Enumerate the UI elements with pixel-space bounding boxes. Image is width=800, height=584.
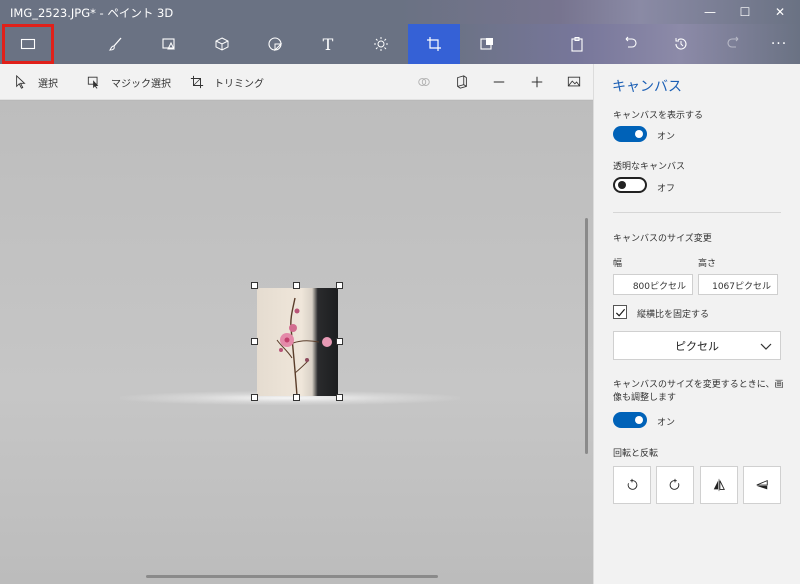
show-canvas-state: オン	[657, 132, 676, 142]
select-button[interactable]: 選択	[14, 64, 58, 100]
more-button[interactable]: ···	[753, 24, 800, 64]
effects-tool[interactable]	[355, 24, 407, 64]
close-button[interactable]: ✕	[764, 0, 796, 24]
zoom-in-button[interactable]	[521, 64, 553, 100]
vertical-scrollbar[interactable]	[585, 218, 588, 454]
rotate-right-icon	[669, 478, 680, 490]
crop-icon	[427, 37, 441, 51]
flip-horizontal-button[interactable]	[700, 466, 738, 504]
plus-icon	[531, 76, 543, 88]
paste-icon	[571, 37, 583, 52]
history-icon	[675, 38, 687, 50]
transparent-canvas-toggle[interactable]	[613, 177, 647, 193]
main-toolbar: T ···	[0, 24, 800, 64]
resize-canvas-label: キャンバスのサイズ変更	[613, 234, 712, 244]
redo-icon	[727, 36, 739, 48]
minimize-button[interactable]: —	[694, 0, 726, 24]
mixed-reality-button[interactable]	[408, 64, 440, 100]
brush-icon	[108, 37, 122, 51]
2d-shapes-tool[interactable]	[143, 24, 195, 64]
title-bar: IMG_2523.JPG* - ペイント 3D — ☐ ✕	[0, 0, 800, 24]
canvas-panel: キャンバス キャンバスを表示する オン 透明なキャンバス オフ キャンバスのサイ…	[593, 64, 800, 584]
3d-view-button[interactable]	[446, 64, 478, 100]
rotate-left-button[interactable]	[613, 466, 651, 504]
panel-divider	[613, 212, 781, 213]
resize-image-state: オン	[657, 418, 676, 428]
flip-horizontal-icon	[713, 478, 725, 492]
zoom-out-button[interactable]	[483, 64, 515, 100]
unit-value: ピクセル	[675, 339, 719, 353]
transparent-canvas-label: 透明なキャンバス	[613, 162, 686, 172]
resize-image-toggle[interactable]	[613, 412, 647, 428]
canvas-workspace[interactable]	[0, 101, 593, 584]
crop-label: トリミング	[214, 78, 264, 90]
minus-icon	[493, 81, 505, 83]
cursor-icon	[16, 75, 26, 89]
3d-library-tool[interactable]	[461, 24, 513, 64]
rotate-left-icon	[627, 478, 638, 490]
show-canvas-label: キャンバスを表示する	[613, 111, 704, 121]
library-icon	[480, 38, 493, 50]
sticker-icon	[268, 37, 283, 52]
resize-handle-right[interactable]	[336, 338, 343, 345]
brushes-tool[interactable]	[90, 24, 142, 64]
resize-handle-bottom[interactable]	[293, 394, 300, 401]
resize-handle-top-right[interactable]	[336, 282, 343, 289]
resize-image-label: キャンバスのサイズを変更するときに、画像も調整します	[613, 380, 784, 403]
checkmark-icon	[615, 308, 625, 317]
rotate-flip-label: 回転と反転	[613, 449, 659, 459]
panel-title: キャンバス	[612, 79, 682, 95]
flip-vertical-button[interactable]	[743, 466, 781, 504]
shapes-2d-icon	[162, 38, 175, 50]
height-label: 高さ	[698, 259, 717, 269]
chevron-down-icon	[760, 343, 772, 350]
transparent-canvas-state: オフ	[657, 184, 676, 194]
window-title: IMG_2523.JPG* - ペイント 3D	[10, 6, 174, 20]
text-icon: T	[322, 34, 334, 54]
width-field[interactable]: 800ピクセル	[613, 274, 693, 295]
flower-image	[276, 297, 332, 396]
mixed-reality-icon	[418, 78, 430, 86]
view-options-button[interactable]	[558, 64, 590, 100]
undo-icon	[625, 36, 637, 48]
3d-view-icon	[457, 75, 467, 89]
folder-icon	[20, 38, 36, 50]
canvas-tool[interactable]	[408, 24, 460, 64]
sun-icon	[374, 37, 388, 51]
resize-handle-left[interactable]	[251, 338, 258, 345]
menu-button[interactable]	[2, 24, 54, 64]
width-label: 幅	[613, 259, 623, 269]
undo-button[interactable]	[604, 24, 656, 64]
magic-select-label: マジック選択	[111, 78, 171, 90]
maximize-button[interactable]: ☐	[729, 0, 761, 24]
resize-handle-top-left[interactable]	[251, 282, 258, 289]
select-label: 選択	[38, 78, 58, 90]
resize-handle-top[interactable]	[293, 282, 300, 289]
crop-button[interactable]: トリミング	[190, 64, 264, 100]
crop-icon	[190, 75, 204, 89]
text-tool[interactable]: T	[302, 24, 354, 64]
canvas-image[interactable]	[257, 288, 338, 396]
resize-handle-bottom-right[interactable]	[336, 394, 343, 401]
height-field[interactable]: 1067ピクセル	[698, 274, 778, 295]
flip-vertical-icon	[756, 479, 768, 490]
paste-button[interactable]	[551, 24, 603, 64]
more-icon: ···	[770, 36, 788, 52]
stickers-tool[interactable]	[249, 24, 301, 64]
lock-aspect-checkbox[interactable]	[613, 305, 627, 319]
unit-dropdown[interactable]: ピクセル	[613, 331, 781, 360]
rotate-right-button[interactable]	[656, 466, 694, 504]
lock-aspect-label: 縦横比を固定する	[637, 310, 710, 320]
show-canvas-toggle[interactable]	[613, 126, 647, 142]
image-icon	[567, 76, 581, 87]
magic-select-icon	[87, 76, 99, 89]
resize-handle-bottom-left[interactable]	[251, 394, 258, 401]
cube-icon	[215, 37, 229, 51]
canvas-subtoolbar: 選択 マジック選択 トリミング	[0, 64, 593, 100]
history-button[interactable]	[655, 24, 707, 64]
3d-shapes-tool[interactable]	[196, 24, 248, 64]
horizontal-scrollbar[interactable]	[146, 575, 438, 578]
magic-select-button[interactable]: マジック選択	[87, 64, 171, 100]
